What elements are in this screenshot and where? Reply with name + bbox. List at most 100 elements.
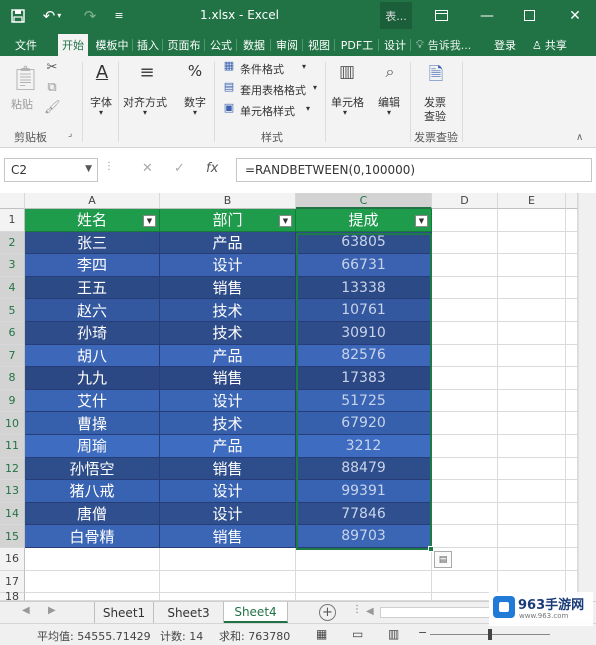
cell-f3[interactable] (566, 254, 578, 277)
find-icon[interactable]: ⌕ (377, 62, 403, 82)
maximize-icon[interactable] (512, 0, 546, 31)
tab-pdf[interactable]: PDF工 (336, 34, 379, 56)
row-header-14[interactable]: 14 (0, 502, 25, 526)
cell-d13[interactable] (432, 480, 498, 503)
column-header-e[interactable]: E (498, 193, 566, 209)
clipboard-launcher-icon[interactable]: ⌟ (68, 129, 72, 139)
cell-b8[interactable]: 销售 (160, 367, 296, 390)
cell-c1[interactable]: 提成 ▼ (296, 209, 432, 232)
row-header-16[interactable]: 16 (0, 548, 25, 571)
cell-a13[interactable]: 猪八戒 (25, 480, 160, 503)
cell-c9[interactable]: 51725 (296, 389, 432, 413)
row-header-12[interactable]: 12 (0, 457, 25, 481)
page-break-view-icon[interactable]: ▥ (388, 627, 399, 641)
row-header-6[interactable]: 6 (0, 322, 25, 345)
cell-e4[interactable] (498, 276, 566, 300)
tab-design[interactable]: 设计 (380, 34, 411, 56)
save-icon[interactable] (8, 0, 28, 31)
zoom-out-icon[interactable]: − (418, 626, 427, 639)
cell-d14[interactable] (432, 502, 498, 526)
horizontal-scrollbar[interactable] (380, 607, 490, 618)
row-header-11[interactable]: 11 (0, 435, 25, 458)
next-sheet-icon[interactable]: ▶ (48, 605, 56, 616)
cell-c3[interactable]: 66731 (296, 254, 432, 277)
cell-a1[interactable]: 姓名 ▼ (25, 209, 160, 232)
cell-a4[interactable]: 王五 (25, 276, 160, 300)
cell-f9[interactable] (566, 389, 578, 413)
cell-c11[interactable]: 3212 (296, 435, 432, 458)
cell-c17[interactable] (296, 570, 432, 594)
tab-file[interactable]: 文件 (6, 34, 46, 56)
cell-c13[interactable]: 99391 (296, 480, 432, 503)
cell-a5[interactable]: 赵六 (25, 299, 160, 322)
cell-b10[interactable]: 技术 (160, 412, 296, 435)
paste-button[interactable]: 粘贴 (11, 96, 33, 112)
cell-a17[interactable] (25, 570, 160, 594)
cell-b4[interactable]: 销售 (160, 276, 296, 300)
paste-icon[interactable]: 📋︎ (10, 64, 40, 92)
cell-a2[interactable]: 张三 (25, 231, 160, 255)
cell-e10[interactable] (498, 412, 566, 435)
cell-e13[interactable] (498, 480, 566, 503)
cell-e17[interactable] (498, 570, 566, 594)
customize-quick-access-icon[interactable]: ≡ (112, 0, 126, 31)
normal-view-icon[interactable]: ▦ (316, 627, 327, 641)
enter-icon[interactable]: ✓ (174, 161, 185, 176)
cell-e9[interactable] (498, 389, 566, 413)
add-sheet-icon[interactable]: + (319, 604, 336, 621)
cell-c12[interactable]: 88479 (296, 457, 432, 481)
percent-icon[interactable]: % (182, 62, 208, 80)
cell-d6[interactable] (432, 322, 498, 345)
font-icon[interactable]: A (90, 62, 114, 83)
row-header-15[interactable]: 15 (0, 525, 25, 548)
cell-a3[interactable]: 李四 (25, 254, 160, 277)
cancel-icon[interactable]: ✕ (142, 161, 153, 176)
cell-c15[interactable]: 89703 (296, 525, 432, 548)
cell-e11[interactable] (498, 435, 566, 458)
cell-d7[interactable] (432, 344, 498, 368)
cell-d8[interactable] (432, 367, 498, 390)
cell-b12[interactable]: 销售 (160, 457, 296, 481)
cell-f15[interactable] (566, 525, 578, 548)
column-header-c[interactable]: C (296, 193, 432, 209)
tab-insert[interactable]: 插入 (134, 34, 163, 56)
cell-f2[interactable] (566, 231, 578, 255)
cell-f6[interactable] (566, 322, 578, 345)
copy-icon[interactable]: ⧉ (44, 80, 60, 95)
cell-a15[interactable]: 白骨精 (25, 525, 160, 548)
cell-e7[interactable] (498, 344, 566, 368)
cell-c10[interactable]: 67920 (296, 412, 432, 435)
cell-f5[interactable] (566, 299, 578, 322)
cell-d1[interactable] (432, 209, 498, 232)
cell-e5[interactable] (498, 299, 566, 322)
zoom-slider-handle[interactable] (488, 629, 492, 640)
cell-b2[interactable]: 产品 (160, 231, 296, 255)
table-format-button[interactable]: 套用表格格式 (240, 82, 306, 98)
cell-a7[interactable]: 胡八 (25, 344, 160, 368)
row-header-13[interactable]: 13 (0, 480, 25, 503)
ribbon-display-icon[interactable] (424, 0, 458, 31)
collapse-ribbon-icon[interactable]: ∧ (576, 132, 583, 143)
cell-f1[interactable] (566, 209, 578, 232)
row-header-4[interactable]: 4 (0, 276, 25, 300)
cell-c6[interactable]: 30910 (296, 322, 432, 345)
name-box[interactable]: C2 ▼ (4, 158, 98, 182)
cell-e15[interactable] (498, 525, 566, 548)
cells-button[interactable]: 单元格 (331, 94, 364, 110)
minimize-icon[interactable]: — (470, 0, 504, 31)
row-header-7[interactable]: 7 (0, 344, 25, 368)
cell-e16[interactable] (498, 548, 566, 571)
format-painter-icon[interactable]: 🖌︎ (44, 100, 61, 115)
select-all-corner[interactable] (0, 193, 25, 209)
row-header-18[interactable]: 18 (0, 590, 25, 603)
page-layout-view-icon[interactable]: ▭ (352, 627, 363, 641)
cell-f11[interactable] (566, 435, 578, 458)
cell-f16[interactable] (566, 548, 578, 571)
cells-icon[interactable]: ▥ (334, 62, 360, 82)
cell-f17[interactable] (566, 570, 578, 594)
invoice-icon[interactable]: 🗎︎ (422, 62, 450, 92)
tab-view[interactable]: 视图 (304, 34, 335, 56)
cell-d10[interactable] (432, 412, 498, 435)
cell-e12[interactable] (498, 457, 566, 481)
cell-f7[interactable] (566, 344, 578, 368)
